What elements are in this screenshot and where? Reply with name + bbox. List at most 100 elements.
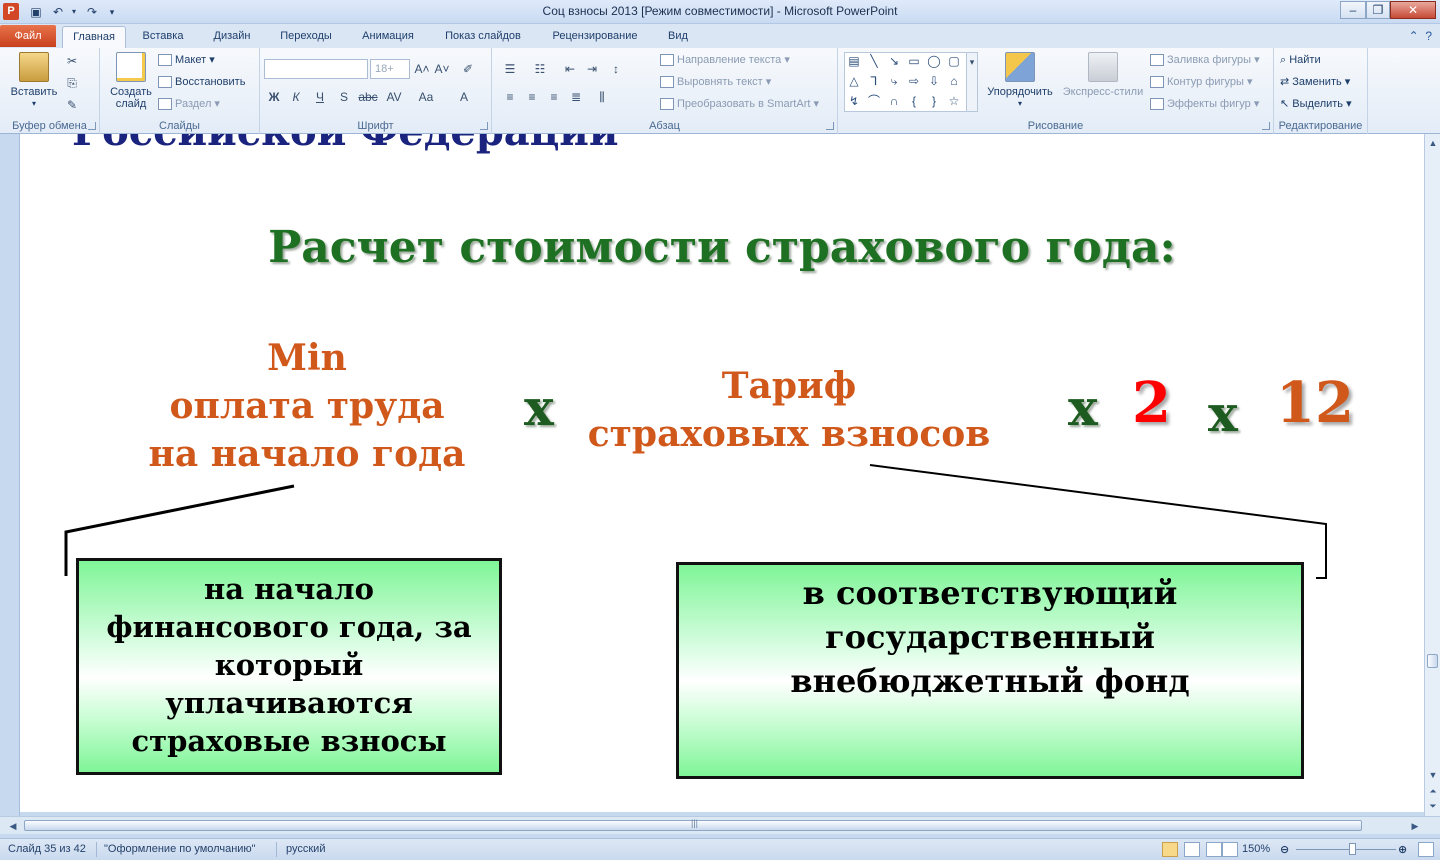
slide-canvas[interactable]: Российской Федерации Расчет стоимости ст… — [20, 134, 1424, 812]
close-button[interactable]: ✕ — [1390, 1, 1436, 19]
help-icon[interactable]: ? — [1425, 29, 1432, 43]
replace-button[interactable]: ⇄ Заменить ▾ — [1280, 73, 1350, 91]
multiply-sign-1[interactable]: х — [524, 378, 554, 437]
arrange-button[interactable]: Упорядочить ▾ — [982, 52, 1058, 110]
previous-slide-icon[interactable]: ⏶ — [1428, 786, 1438, 796]
multiply-sign-3[interactable]: х — [1208, 384, 1238, 443]
font-size-input[interactable]: 18+ — [370, 59, 410, 79]
curve-shape-icon[interactable]: ∩ — [885, 93, 903, 109]
tab-design[interactable]: Дизайн — [202, 28, 262, 48]
elbow-arrow-shape-icon[interactable]: ⤷ — [885, 73, 903, 89]
zoom-out-icon[interactable]: ⊖ — [1280, 843, 1289, 856]
tab-animation[interactable]: Анимация — [352, 28, 424, 48]
tab-insert[interactable]: Вставка — [134, 28, 192, 48]
star-shape-icon[interactable]: ☆ — [945, 93, 963, 109]
down-arrow-shape-icon[interactable]: ⇩ — [925, 73, 943, 89]
grow-font-icon[interactable]: A˄ — [412, 60, 432, 78]
char-spacing-icon[interactable]: AV — [384, 88, 404, 106]
scroll-left-icon[interactable]: ◀ — [8, 821, 18, 831]
shape-fill-button[interactable]: Заливка фигуры ▾ — [1150, 51, 1260, 69]
minimize-button[interactable]: – — [1340, 1, 1366, 19]
zoom-slider-thumb[interactable] — [1349, 843, 1356, 855]
columns-icon[interactable]: ⫼ — [592, 88, 612, 106]
horizontal-scrollbar[interactable]: ◀ ||| ▶ — [0, 816, 1440, 834]
shadow-icon[interactable]: S — [334, 88, 354, 106]
clear-formatting-icon[interactable]: ✐ — [458, 60, 478, 78]
line-shape-icon[interactable]: ╲ — [865, 53, 883, 69]
clipped-heading[interactable]: Российской Федерации — [72, 134, 619, 155]
text-direction-button[interactable]: Направление текста ▾ — [660, 51, 790, 69]
left-brace-shape-icon[interactable]: { — [905, 93, 923, 109]
copy-icon[interactable]: ⎘ — [62, 74, 82, 92]
factor-two[interactable]: 2 — [1132, 370, 1171, 436]
tab-review[interactable]: Рецензирование — [540, 28, 650, 48]
paste-button[interactable]: Вставить ▾ — [6, 52, 62, 110]
format-painter-icon[interactable]: ✎ — [62, 96, 82, 114]
scroll-right-icon[interactable]: ▶ — [1410, 821, 1420, 831]
align-right-icon[interactable]: ≡ — [544, 88, 564, 106]
zoom-level[interactable]: 150% — [1242, 843, 1270, 855]
scroll-down-icon[interactable]: ▼ — [1428, 770, 1438, 780]
align-left-icon[interactable]: ≡ — [500, 88, 520, 106]
tab-view[interactable]: Вид — [660, 28, 696, 48]
tab-file[interactable]: Файл — [0, 25, 56, 47]
normal-view-icon[interactable] — [1162, 842, 1178, 857]
left-explanation-box[interactable]: на начало финансового года, за который у… — [76, 558, 502, 775]
right-explanation-box[interactable]: в соответствующий государственный внебюд… — [676, 562, 1304, 779]
new-slide-button[interactable]: Создать слайд — [106, 52, 156, 110]
freeform-shape-icon[interactable]: ⌂ — [945, 73, 963, 89]
align-text-button[interactable]: Выровнять текст ▾ — [660, 73, 771, 91]
collapse-ribbon-icon[interactable]: ⌃ — [1409, 29, 1419, 43]
font-launcher-icon[interactable] — [480, 122, 488, 130]
triangle-shape-icon[interactable]: △ — [845, 73, 863, 89]
elbow-connector-shape-icon[interactable]: ⅂ — [865, 73, 883, 89]
bold-icon[interactable]: Ж — [264, 88, 284, 106]
find-button[interactable]: ⌕ Найти — [1280, 51, 1321, 69]
change-case-icon[interactable]: Aa — [416, 88, 436, 106]
slide-title[interactable]: Расчет стоимости страхового года: — [20, 222, 1424, 273]
convert-smartart-button[interactable]: Преобразовать в SmartArt ▾ — [660, 95, 819, 113]
font-name-input[interactable] — [264, 59, 368, 79]
factor-twelve[interactable]: 12 — [1276, 370, 1354, 436]
numbering-icon[interactable]: ☷ — [530, 60, 550, 78]
slide-sorter-view-icon[interactable] — [1184, 842, 1200, 857]
layout-button[interactable]: Макет ▾ — [158, 51, 215, 69]
zoom-slider-track[interactable] — [1296, 849, 1396, 850]
vertical-scroll-thumb[interactable] — [1427, 654, 1438, 668]
shapes-more-icon[interactable]: ▾ — [966, 52, 978, 112]
shrink-font-icon[interactable]: A˅ — [432, 60, 452, 78]
drawing-launcher-icon[interactable] — [1262, 122, 1270, 130]
justify-icon[interactable]: ≣ — [566, 88, 586, 106]
arc-shape-icon[interactable]: ⌒ — [865, 93, 883, 109]
clipboard-launcher-icon[interactable] — [88, 122, 96, 130]
decrease-indent-icon[interactable]: ⇤ — [560, 60, 580, 78]
scroll-up-icon[interactable]: ▲ — [1428, 138, 1438, 148]
arrow-line-shape-icon[interactable]: ↘ — [885, 53, 903, 69]
reading-view-icon[interactable] — [1206, 842, 1222, 857]
maximize-button[interactable]: ❐ — [1366, 1, 1390, 19]
slideshow-view-icon[interactable] — [1222, 842, 1238, 857]
align-center-icon[interactable]: ≡ — [522, 88, 542, 106]
rectangle-shape-icon[interactable]: ▭ — [905, 53, 923, 69]
increase-indent-icon[interactable]: ⇥ — [582, 60, 602, 78]
textbox-shape-icon[interactable]: ▤ — [845, 53, 863, 69]
tab-home[interactable]: Главная — [62, 26, 126, 48]
strikethrough-icon[interactable]: abc — [358, 88, 378, 106]
line-spacing-icon[interactable]: ↕ — [606, 60, 626, 78]
italic-icon[interactable]: К — [286, 88, 306, 106]
cut-icon[interactable]: ✂ — [62, 52, 82, 70]
bullets-icon[interactable]: ☰ — [500, 60, 520, 78]
oval-shape-icon[interactable]: ◯ — [925, 53, 943, 69]
right-arrow-shape-icon[interactable]: ⇨ — [905, 73, 923, 89]
tab-slideshow[interactable]: Показ слайдов — [434, 28, 532, 48]
horizontal-scroll-thumb[interactable]: ||| — [24, 818, 1362, 831]
shape-effects-button[interactable]: Эффекты фигур ▾ — [1150, 95, 1259, 113]
theme-name[interactable]: "Оформление по умолчанию" — [104, 843, 256, 855]
min-wage-term[interactable]: Min оплата труда на начало года — [130, 334, 484, 478]
fit-to-window-icon[interactable] — [1418, 842, 1434, 857]
language-indicator[interactable]: русский — [286, 843, 325, 855]
right-brace-shape-icon[interactable]: } — [925, 93, 943, 109]
shape-outline-button[interactable]: Контур фигуры ▾ — [1150, 73, 1253, 91]
underline-icon[interactable]: Ч — [310, 88, 330, 106]
quick-styles-button[interactable]: Экспресс-стили — [1060, 52, 1146, 98]
